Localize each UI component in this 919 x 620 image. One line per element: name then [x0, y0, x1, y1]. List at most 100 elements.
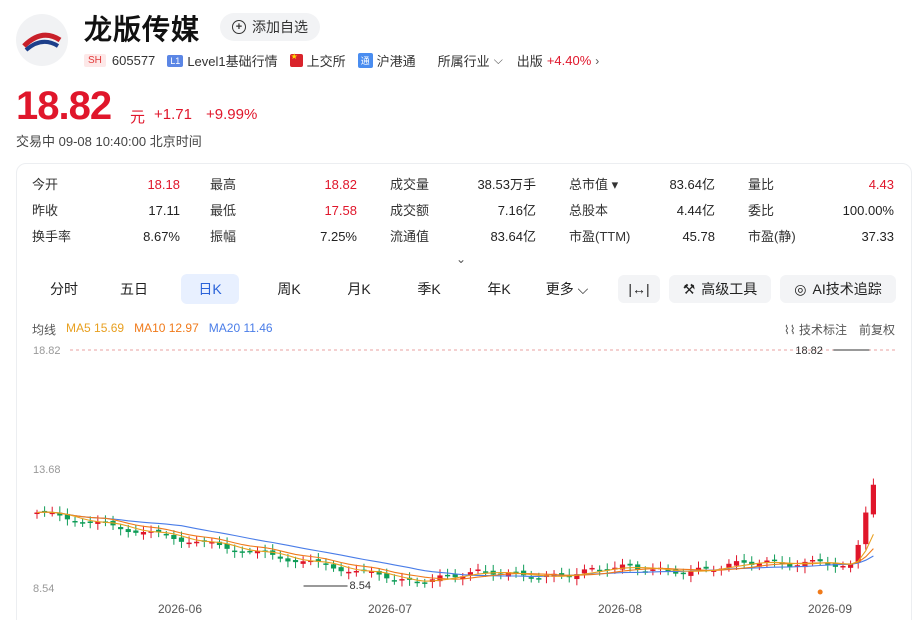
legend-lead: 均线: [32, 323, 57, 337]
stat-value: 17.11: [148, 203, 180, 218]
fit-width-button[interactable]: |↔|: [618, 275, 660, 303]
candle-body: [72, 520, 78, 523]
chevron-down-icon: ⌵: [493, 53, 503, 67]
stat-value: 83.64亿: [669, 177, 715, 192]
candle-body: [140, 532, 147, 535]
tab-7[interactable]: 更多 ⌵: [537, 274, 597, 304]
stat-label: 最高: [210, 177, 237, 192]
candle-body: [330, 564, 337, 569]
trade-status: 交易中 09-08 10:40:00 北京时间: [16, 134, 202, 149]
tab-0[interactable]: 分时: [32, 274, 96, 304]
stat-value: 18.82: [324, 177, 357, 192]
ai-tracking-label: AI技术追踪: [812, 281, 882, 297]
stat-label: 换手率: [32, 229, 72, 244]
company-logo: [16, 14, 68, 66]
candle-body: [414, 581, 420, 584]
candle-body: [171, 535, 177, 540]
legend-ma10: MA10 12.97: [134, 321, 199, 335]
x-axis-label: 2026-09: [808, 602, 852, 616]
stat-label: 流通值: [390, 229, 430, 244]
candle-body: [863, 512, 869, 545]
stat-value: 7.16亿: [497, 203, 536, 218]
annotation-icon: ⌇⌇: [783, 323, 799, 337]
y-tick-label: 8.54: [33, 583, 54, 595]
exchange-tag: 上交所: [289, 51, 346, 70]
candle-body: [741, 560, 747, 563]
candle-body: [232, 550, 238, 553]
tab-5[interactable]: 季K: [397, 274, 461, 304]
candle-body: [80, 522, 86, 524]
add-watchlist-button[interactable]: + 添加自选: [220, 13, 320, 41]
industry-dropdown[interactable]: 所属行业 ⌵: [438, 51, 503, 70]
candle-body: [178, 537, 185, 542]
tab-6[interactable]: 年K: [467, 274, 531, 304]
advanced-tools-label: 高级工具: [701, 281, 758, 297]
sector-link[interactable]: 出版 +4.40% ›: [517, 51, 599, 70]
level1-tag: L1 Level1基础行情: [167, 51, 278, 70]
candle-body: [323, 563, 329, 565]
candle-body: [581, 569, 588, 574]
tab-1[interactable]: 五日: [102, 274, 166, 304]
candle-body: [855, 544, 861, 563]
market-badge: SH: [84, 54, 106, 67]
candle-body: [627, 563, 633, 566]
candle-body: [422, 582, 428, 584]
kline-chart[interactable]: 18.82 13.68 8.54 18.82 8.54 2026-06 2026-07 202…: [0, 338, 919, 620]
x-axis-label: 2026-08: [598, 602, 642, 616]
current-price: 18.82: [16, 84, 112, 128]
stat-label: 成交额: [390, 203, 430, 218]
stat-value: 83.64亿: [490, 229, 536, 244]
candle-body: [338, 567, 344, 572]
stat-value: 7.25%: [320, 229, 357, 244]
ai-icon: ◎: [794, 280, 807, 297]
price-unit: 元: [130, 109, 146, 126]
stat-label: 委比: [748, 203, 775, 218]
ai-tracking-button[interactable]: ◎ AI技术追踪: [780, 275, 896, 303]
connect-icon: 通: [357, 53, 373, 68]
stat-value: 38.53万手: [477, 177, 536, 192]
annotation-toggle[interactable]: ⌇⌇ 技术标注: [784, 321, 847, 338]
tools-icon: ⚒: [682, 280, 696, 297]
tab-2[interactable]: 日K: [181, 274, 239, 304]
stat-label: 量比: [748, 177, 775, 192]
adjust-toggle[interactable]: 前复权: [859, 321, 895, 338]
candle-body: [475, 569, 481, 572]
candle-body: [733, 561, 740, 566]
stat-value: 4.43: [868, 177, 894, 192]
candle-body: [771, 559, 778, 562]
price-change-pct: +9.99%: [206, 106, 258, 123]
china-flag-icon: [289, 52, 303, 67]
stat-label[interactable]: 总市值 ▾: [569, 177, 618, 193]
stat-value: 37.33: [861, 229, 894, 244]
legend-ma20: MA20 11.46: [208, 321, 273, 335]
candle-body: [292, 560, 299, 563]
candle-body: [635, 564, 641, 570]
x-axis-label: 2026-07: [368, 602, 412, 616]
candle-body: [703, 566, 709, 569]
tab-3[interactable]: 周K: [257, 274, 321, 304]
plus-icon: +: [232, 20, 246, 34]
candle-body: [809, 560, 816, 562]
candle-body: [300, 561, 306, 564]
stat-label: 成交量: [390, 177, 430, 192]
y-tick-label: 18.82: [33, 345, 61, 357]
stat-label: 今开: [32, 177, 59, 192]
expand-chevron-icon[interactable]: ⌄: [456, 252, 466, 266]
stock-code: 605577: [111, 53, 156, 68]
stock-meta: SH 605577 L1Level1基础行情 上交所 通沪港通 所属行业⌵ 出版…: [84, 51, 599, 70]
ma-legend: 均线 MA5 15.69 MA10 12.97 MA20 11.46: [32, 321, 273, 338]
candle-body: [650, 569, 656, 571]
candle-body: [239, 551, 245, 553]
add-watchlist-label: 添加自选: [252, 19, 308, 35]
advanced-tools-button[interactable]: ⚒ 高级工具: [669, 275, 771, 303]
candle-body: [125, 529, 131, 533]
stat-label: 市盈(静): [748, 229, 796, 244]
stat-value: 4.44亿: [676, 203, 715, 218]
candle-body: [391, 580, 397, 582]
stat-label: 振幅: [210, 229, 237, 244]
stat-value: 17.58: [324, 203, 357, 218]
candle-body: [133, 530, 139, 533]
stat-label: 总股本: [569, 203, 609, 218]
candle-body: [163, 533, 169, 536]
tab-4[interactable]: 月K: [327, 274, 391, 304]
